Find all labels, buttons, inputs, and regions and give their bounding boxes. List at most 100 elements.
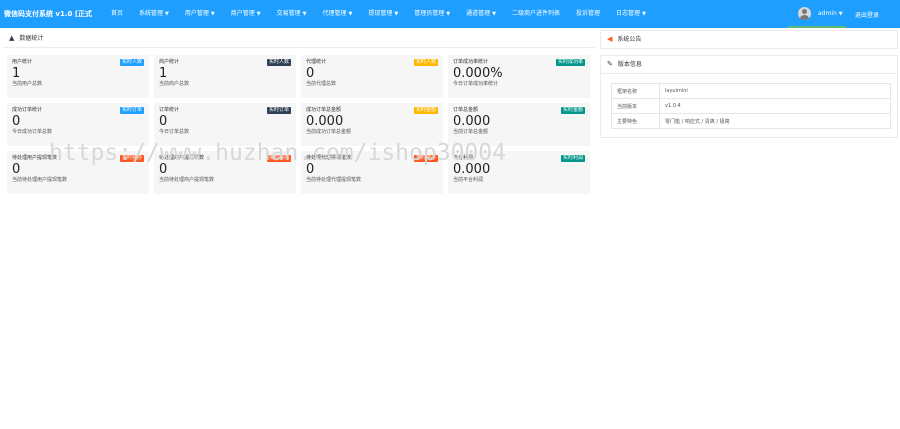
stat-card-subtitle: 当前订单总金额: [453, 129, 489, 135]
user-menu[interactable]: admin ▼: [788, 0, 846, 28]
stat-card: 代理统计 实时人数 0 当前代理总数: [301, 55, 443, 98]
nav-item-8[interactable]: 通道管理 ▼: [458, 0, 504, 28]
bullhorn-icon: ◀: [607, 35, 613, 43]
nav-item-9[interactable]: 二级商户进件列表: [504, 0, 568, 28]
warning-icon: ▲: [9, 34, 15, 42]
stats-panel: ▲ 数据统计 用户统计 实时人数 1 当前用户总数 商户统计 实时人数 1 当前商户总数 代理统计…: [3, 30, 595, 226]
version-value: 零门槛 / 响应式 / 清爽 / 极简: [659, 113, 891, 129]
notice-panel-title: 系统公告: [617, 36, 642, 43]
chevron-down-icon: ▼: [210, 11, 215, 17]
stat-card-value: 0: [159, 162, 168, 177]
version-panel-header: ✎ 版本信息: [601, 56, 897, 74]
stat-card: 待处理商户提现笔数 实时待办 0 当前待处理商户提现笔数: [154, 151, 296, 194]
stat-card: 待处理用户提现笔数 实时待办 0 当前待处理用户提现笔数: [7, 151, 149, 194]
stat-card-value: 0: [12, 114, 21, 129]
notice-panel: ◀ 系统公告: [600, 30, 898, 49]
stat-card-subtitle: 当前用户总数: [12, 81, 43, 87]
stat-card-subtitle: 当前待处理代理提现笔数: [306, 177, 362, 183]
chevron-down-icon: ▼: [165, 11, 169, 17]
version-key: 当前版本: [611, 98, 660, 114]
stat-card-value: 0: [306, 162, 315, 177]
stat-card-subtitle: 今日成功订单总数: [12, 129, 53, 135]
nav-item-label: 二级商户进件列表: [512, 10, 561, 17]
stat-card: 订单总金额 实时金额 0.000 当前订单总金额: [448, 103, 590, 146]
version-table: 框架名称 layuimini 当前版本 v1.0.4 主要特色 零门槛 / 响应式 / 清…: [611, 83, 891, 129]
status-badge: 实时订单: [266, 107, 291, 114]
chevron-down-icon: ▼: [302, 11, 307, 17]
status-badge: 实时待办: [119, 155, 144, 162]
stat-card-value: 1: [159, 66, 168, 81]
top-navbar: 微信码支付系统 v1.0 [正式 首页 系统管理 ▼ 用户管理 ▼ 商户管理 ▼ 交易管理 ▼ 代…: [0, 0, 900, 28]
main-content: ▲ 数据统计 用户统计 实时人数 1 当前用户总数 商户统计 实时人数 1 当前商户总数 代理统计…: [0, 28, 900, 429]
nav-item-11[interactable]: 日志管理 ▼: [608, 0, 654, 28]
stat-card-subtitle: 当前商户总数: [159, 81, 190, 87]
chevron-down-icon: ▼: [256, 11, 261, 17]
stat-card-subtitle: 今日订单成功率统计: [453, 81, 499, 87]
chevron-down-icon: ▼: [348, 11, 353, 17]
nav-item-label: 投诉管理: [576, 10, 601, 17]
version-panel-title: 版本信息: [617, 61, 642, 68]
logout-button[interactable]: 退出登录: [855, 10, 879, 19]
stat-card: 订单成功率统计 实时成功率 0.000% 今日订单成功率统计: [448, 55, 590, 98]
stat-card-subtitle: 当前平台利润: [453, 177, 484, 183]
version-key: 框架名称: [611, 83, 660, 99]
avatar[interactable]: [798, 7, 811, 20]
chevron-down-icon: ▼: [492, 11, 497, 17]
stat-card: 用户统计 实时人数 1 当前用户总数: [7, 55, 149, 98]
chevron-down-icon: ▼: [838, 11, 843, 17]
status-badge: 实时金额: [560, 107, 585, 114]
status-badge: 实时人数: [119, 59, 144, 66]
nav-item-label: 交易管理: [276, 10, 301, 17]
nav-item-label: 管理员管理: [414, 10, 445, 17]
stat-card-value: 1: [12, 66, 21, 81]
nav-item-label: 通道管理: [466, 10, 491, 17]
stat-card-value: 0.000: [453, 162, 491, 177]
version-panel: ✎ 版本信息 框架名称 layuimini 当前版本 v1.0.4 主要特色 零门槛 / 响…: [600, 55, 898, 138]
nav-item-7[interactable]: 管理员管理 ▼: [406, 0, 458, 28]
status-badge: 实时成功率: [555, 59, 585, 66]
stat-card-value: 0: [159, 114, 168, 129]
stat-card-subtitle: 当前成功订单总金额: [306, 129, 352, 135]
nav-item-label: 代理管理: [322, 10, 347, 17]
version-value: layuimini: [659, 83, 891, 99]
app-title: 微信码支付系统 v1.0 [正式: [4, 10, 93, 18]
nav-item-label: 日志管理: [616, 10, 641, 17]
version-key: 主要特色: [611, 113, 660, 129]
status-badge: 实时待办: [413, 155, 438, 162]
nav-item-label: 用户管理: [184, 10, 209, 17]
nav-item-5[interactable]: 代理管理 ▼: [315, 0, 361, 28]
status-badge: 实时利润: [560, 155, 585, 162]
table-row: 当前版本 v1.0.4: [611, 98, 891, 114]
stats-panel-title: 数据统计: [19, 35, 44, 42]
stat-card-value: 0.000: [453, 114, 491, 129]
nav-item-label: 商户管理: [230, 10, 255, 17]
chevron-down-icon: ▼: [642, 11, 646, 17]
version-value: v1.0.4: [659, 98, 891, 114]
chevron-down-icon: ▼: [394, 11, 399, 17]
stat-card-subtitle: 今日订单总数: [159, 129, 190, 135]
nav-item-10[interactable]: 投诉管理: [568, 0, 608, 28]
nav-item-3[interactable]: 商户管理 ▼: [223, 0, 269, 28]
nav-item-2[interactable]: 用户管理 ▼: [177, 0, 223, 28]
nav-item-1[interactable]: 系统管理 ▼: [131, 0, 177, 28]
stat-card-value: 0.000: [306, 114, 344, 129]
nav-item-6[interactable]: 提现管理 ▼: [360, 0, 406, 28]
status-badge: 实时订单: [119, 107, 144, 114]
table-row: 主要特色 零门槛 / 响应式 / 清爽 / 极简: [611, 113, 891, 129]
nav-item-0[interactable]: 首页: [103, 0, 131, 28]
stat-card: 成功订单总金额 实时金额 0.000 当前成功订单总金额: [301, 103, 443, 146]
stat-card-subtitle: 当前待处理用户提现笔数: [12, 177, 68, 183]
stat-card: 订单统计 实时订单 0 今日订单总数: [154, 103, 296, 146]
table-row: 框架名称 layuimini: [611, 83, 891, 99]
stat-card-value: 0.000%: [453, 66, 503, 81]
stat-card: 平台利润 实时利润 0.000 当前平台利润: [448, 151, 590, 194]
chevron-down-icon: ▼: [446, 11, 451, 17]
status-badge: 实时人数: [413, 59, 438, 66]
username-label[interactable]: admin ▼: [818, 10, 843, 17]
nav-item-label: 系统管理: [139, 10, 164, 17]
status-badge: 实时待办: [266, 155, 291, 162]
nav-item-4[interactable]: 交易管理 ▼: [269, 0, 315, 28]
stat-card: 商户统计 实时人数 1 当前商户总数: [154, 55, 296, 98]
nav-item-label: 提现管理: [368, 10, 393, 17]
stat-card-subtitle: 当前代理总数: [306, 81, 337, 87]
